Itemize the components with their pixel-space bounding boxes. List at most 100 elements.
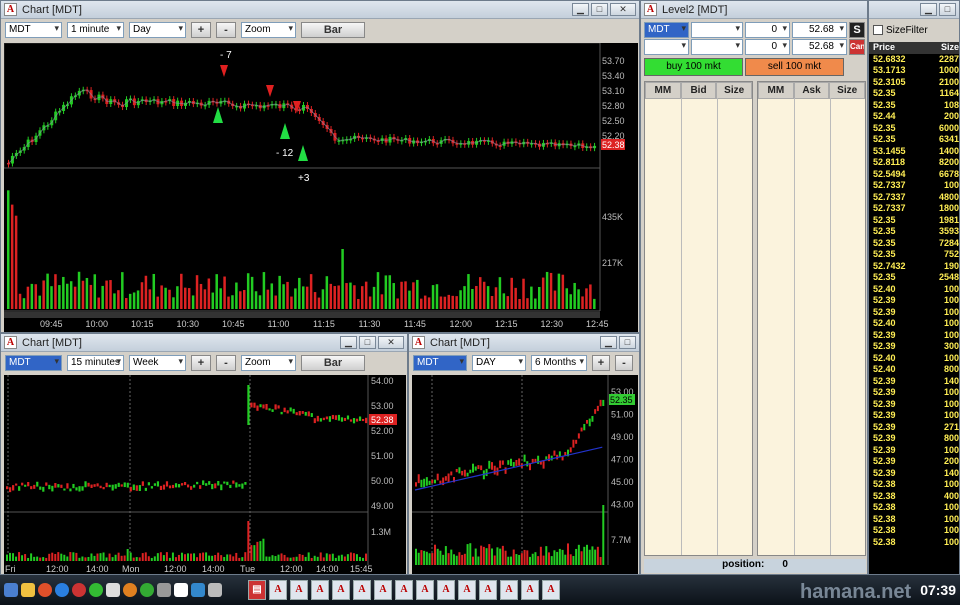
tape-size: 1981 [938, 214, 959, 225]
zoom-select[interactable]: Zoom [241, 22, 296, 38]
taskbar-app-button[interactable]: A [500, 580, 518, 600]
browser-icon[interactable] [123, 583, 137, 597]
minimize-icon[interactable]: ▁ [340, 336, 357, 349]
taskbar-app-button[interactable]: A [269, 580, 287, 600]
zoom-out-button[interactable]: - [216, 22, 236, 38]
chart-15m-plot[interactable]: 54.00 53.00 52.00 51.00 50.00 49.00 Fri 12:00 14… [4, 375, 406, 574]
media-icon[interactable] [208, 583, 222, 597]
price-candle [30, 486, 33, 490]
ie-icon[interactable] [55, 583, 69, 597]
symbol-select[interactable]: MDT [413, 355, 467, 371]
taskbar-app-button[interactable]: A [458, 580, 476, 600]
tape-row: 52.40 100 [869, 318, 959, 330]
price-candle [168, 485, 172, 489]
taskbar-app-button[interactable]: A [542, 580, 560, 600]
close-icon[interactable]: ✕ [610, 3, 636, 16]
time-sales-list[interactable]: Price Size 52.6832 2287 53.1713 1000 52.3105… [869, 42, 959, 574]
size-filter-checkbox[interactable] [873, 25, 883, 35]
bid-table[interactable]: MM Bid Size [644, 81, 753, 556]
taskbar-app-button[interactable]: A [521, 580, 539, 600]
price-candle [423, 478, 426, 488]
taskbar-app-button[interactable]: ▤ [248, 580, 266, 600]
chart-daily-plot[interactable]: 53.00 51.00 49.00 47.00 45.00 43.00 52.35 7.7… [412, 375, 638, 574]
quantity-input[interactable]: 0 [745, 22, 790, 38]
zoom-in-button[interactable]: + [191, 355, 211, 371]
chrome-icon[interactable] [89, 583, 103, 597]
globe-icon[interactable] [191, 583, 205, 597]
time-tick: 12:00 [46, 564, 69, 574]
period-select[interactable]: 6 Months [531, 355, 587, 371]
main-chart-svg: 53.7053.4053.1052.8052.5052.2009:45 10:00… [3, 42, 625, 329]
taskbar-app-button[interactable]: A [395, 580, 413, 600]
taskbar-app-button[interactable]: A [353, 580, 371, 600]
volume-bar [444, 546, 447, 565]
period-select[interactable]: Day [129, 22, 186, 38]
price-candle [256, 405, 259, 411]
order-row-1: MDT 0 52.68 S [644, 22, 865, 38]
taskbar-app-button[interactable]: A [416, 580, 434, 600]
ask-table[interactable]: MM Ask Size [757, 81, 866, 556]
maximize-icon[interactable]: □ [591, 3, 608, 16]
zoom-select[interactable]: Zoom [241, 355, 296, 371]
taskbar-app-button[interactable]: A [437, 580, 455, 600]
symbol-select[interactable]: MDT [5, 22, 62, 38]
account-select[interactable] [644, 39, 689, 55]
symbol-select[interactable]: MDT [644, 22, 689, 38]
document-icon[interactable] [174, 583, 188, 597]
minimize-icon[interactable]: ▁ [920, 3, 937, 16]
zoom-out-button[interactable]: - [615, 355, 633, 371]
price-input[interactable]: 52.68 [792, 39, 847, 55]
volume-bar [357, 298, 360, 309]
minimize-icon[interactable]: ▁ [600, 336, 617, 349]
period-select[interactable]: Week [129, 355, 186, 371]
chart-type-button[interactable]: Bar [301, 355, 365, 371]
zoom-in-button[interactable]: + [191, 22, 211, 38]
chart-15m-titlebar[interactable]: A Chart [MDT] ▁ □ ✕ [1, 334, 407, 352]
quantity-input[interactable]: 0 [745, 39, 790, 55]
scrollbar[interactable] [4, 312, 600, 318]
buy-button[interactable]: buy 100 mkt [644, 58, 743, 76]
interval-select[interactable]: DAY [472, 355, 526, 371]
settings-icon[interactable] [157, 583, 171, 597]
type-select[interactable] [691, 39, 743, 55]
desktop-icon[interactable] [4, 583, 18, 597]
chart-type-button[interactable]: Bar [301, 22, 365, 38]
minimize-icon[interactable]: ▁ [572, 3, 589, 16]
main-chart-titlebar[interactable]: A Chart [MDT] ▁ □ ✕ [1, 1, 639, 19]
route-select[interactable] [691, 22, 743, 38]
maximize-icon[interactable]: □ [619, 336, 636, 349]
maximize-icon[interactable]: □ [359, 336, 376, 349]
volume-bar [123, 555, 126, 561]
close-icon[interactable]: ✕ [378, 336, 404, 349]
interval-select[interactable]: 1 minute [67, 22, 124, 38]
main-chart-plot[interactable]: 53.70 53.40 53.10 52.80 52.50 52.20 09:45 10:00… [3, 42, 638, 332]
send-button[interactable]: S [849, 22, 865, 38]
zoom-out-button[interactable]: - [216, 355, 236, 371]
taskbar-app-button[interactable]: A [374, 580, 392, 600]
price-input[interactable]: 52.68 [792, 22, 847, 38]
interval-select[interactable]: 15 minutes [67, 355, 124, 371]
taskbar-app-button[interactable]: A [311, 580, 329, 600]
symbol-select[interactable]: MDT [5, 355, 62, 371]
tape-row: 52.38 100 [869, 502, 959, 514]
tool-icon[interactable] [140, 583, 154, 597]
app-icon[interactable] [106, 583, 120, 597]
taskbar-app-button[interactable]: A [290, 580, 308, 600]
tape-row: 52.39 800 [869, 433, 959, 445]
maximize-icon[interactable]: □ [939, 3, 956, 16]
folder-icon[interactable] [21, 583, 35, 597]
volume-bar [310, 557, 313, 561]
price-candle [9, 487, 12, 493]
tape-row: 52.6832 2287 [869, 54, 959, 66]
level2-titlebar[interactable]: A Level2 [MDT] [641, 1, 867, 19]
cancel-button[interactable]: Can [849, 39, 865, 55]
zoom-in-button[interactable]: + [592, 355, 610, 371]
clock[interactable]: 07:39 [920, 582, 956, 598]
chart-daily-titlebar[interactable]: A Chart [MDT] ▁ □ [409, 334, 639, 352]
opera-icon[interactable] [72, 583, 86, 597]
time-sales-titlebar[interactable]: ▁ □ [869, 1, 959, 19]
firefox-icon[interactable] [38, 583, 52, 597]
taskbar-app-button[interactable]: A [479, 580, 497, 600]
taskbar-app-button[interactable]: A [332, 580, 350, 600]
sell-button[interactable]: sell 100 mkt [745, 58, 844, 76]
